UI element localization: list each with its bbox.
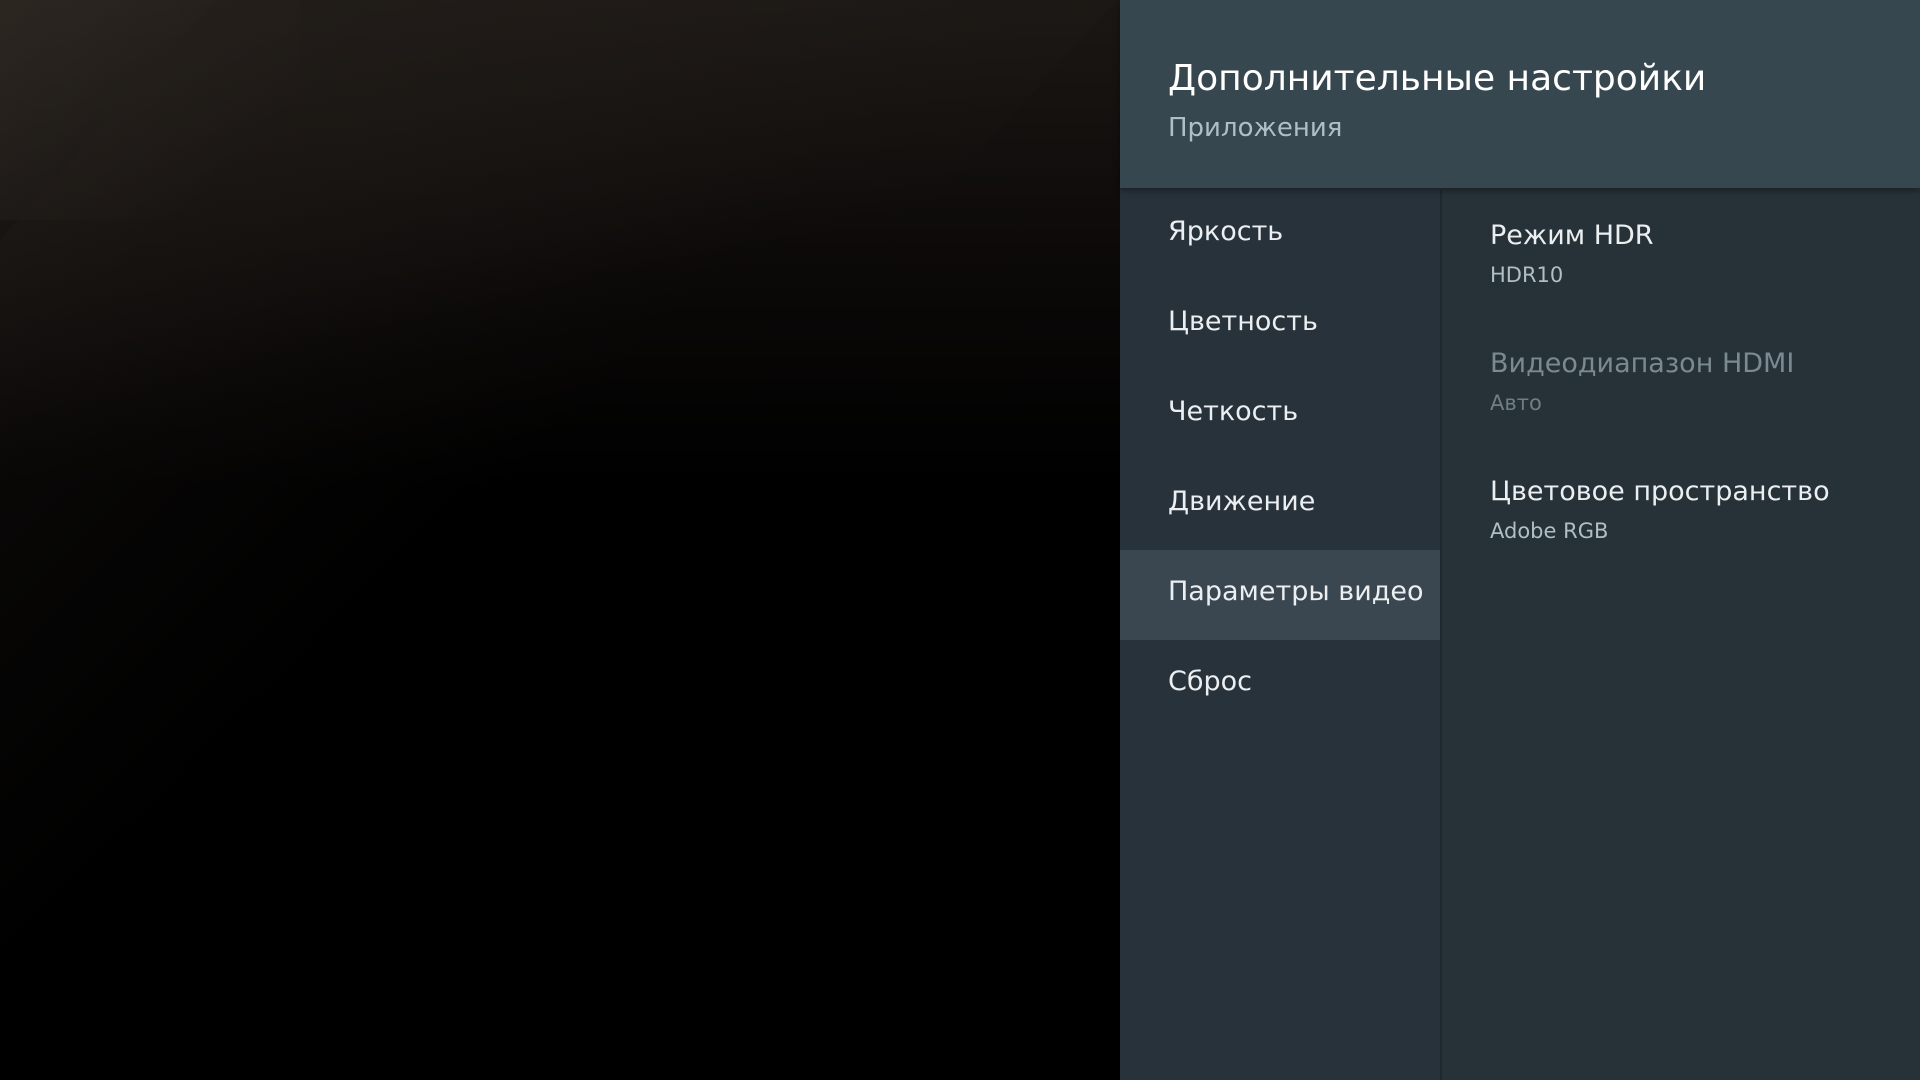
menu-item-sharpness[interactable]: Четкость (1120, 370, 1440, 460)
option-title: Режим HDR (1490, 220, 1654, 251)
option-value: Adobe RGB (1490, 519, 1609, 543)
settings-panel: Дополнительные настройки Приложения Ярко… (1120, 0, 1920, 1080)
option-value: Авто (1490, 391, 1542, 415)
menu-item-video-parameters[interactable]: Параметры видео (1120, 550, 1440, 640)
menu-item-reset[interactable]: Сброс (1120, 640, 1440, 730)
option-title: Видеодиапазон HDMI (1490, 348, 1795, 379)
menu-item-label: Цветность (1168, 306, 1318, 337)
menu-item-motion[interactable]: Движение (1120, 460, 1440, 550)
menu-item-color[interactable]: Цветность (1120, 280, 1440, 370)
menu-item-label: Четкость (1168, 396, 1299, 427)
option-hdr-mode[interactable]: Режим HDR HDR10 (1442, 190, 1920, 300)
menu-item-brightness[interactable]: Яркость (1120, 190, 1440, 280)
menu-item-label: Параметры видео (1168, 576, 1424, 607)
option-title: Цветовое пространство (1490, 476, 1830, 507)
page-subtitle: Приложения (1168, 113, 1343, 143)
category-menu: Яркость Цветность Четкость Движение Пара… (1120, 190, 1440, 1080)
menu-item-label: Сброс (1168, 666, 1253, 697)
menu-item-label: Движение (1168, 486, 1316, 517)
option-hdmi-video-range: Видеодиапазон HDMI Авто (1442, 318, 1920, 428)
options-menu: Режим HDR HDR10 Видеодиапазон HDMI Авто … (1442, 190, 1920, 1080)
background-facet (0, 0, 1120, 460)
background-artwork (0, 0, 1120, 1080)
settings-header: Дополнительные настройки Приложения (1120, 0, 1920, 188)
page-title: Дополнительные настройки (1168, 58, 1707, 99)
menu-item-label: Яркость (1168, 216, 1284, 247)
option-color-space[interactable]: Цветовое пространство Adobe RGB (1442, 446, 1920, 556)
option-value: HDR10 (1490, 263, 1564, 287)
